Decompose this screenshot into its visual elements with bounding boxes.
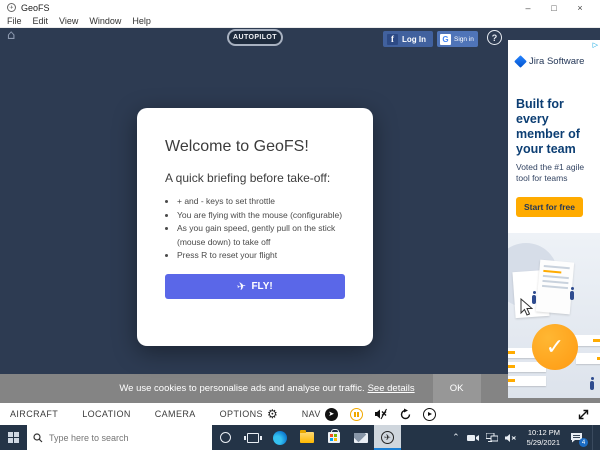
illustration-person bbox=[590, 381, 594, 390]
check-icon: ✓ bbox=[546, 335, 564, 360]
jira-logo-icon bbox=[514, 55, 527, 68]
notification-badge: 4 bbox=[579, 438, 588, 447]
options-menu[interactable]: OPTIONS bbox=[220, 409, 263, 419]
checkmark-ball: ✓ bbox=[532, 324, 578, 370]
minimize-button[interactable]: – bbox=[515, 3, 541, 13]
gear-icon[interactable]: ⚙ bbox=[267, 407, 278, 421]
autopilot-button[interactable]: AUTOPILOT bbox=[227, 29, 283, 46]
clock-time: 10:12 PM bbox=[527, 428, 560, 437]
file-explorer-icon bbox=[300, 432, 314, 443]
ad-subtext: Voted the #1 agile tool for teams bbox=[516, 162, 592, 184]
play-icon[interactable] bbox=[423, 408, 436, 421]
show-desktop-button[interactable] bbox=[592, 425, 596, 450]
geofs-toolbar: AIRCRAFT LOCATION CAMERA OPTIONS ⚙ NAV ➤ bbox=[0, 403, 600, 425]
taskbar-clock[interactable]: 10:12 PM 5/29/2021 bbox=[524, 428, 563, 447]
fly-button[interactable]: ✈ FLY! bbox=[165, 274, 345, 299]
tray-device-icon[interactable] bbox=[467, 434, 479, 442]
windows-taskbar: ✈ ⌃ 10:12 PM 5/29/2021 4 bbox=[0, 425, 600, 450]
geofs-window-icon: ✈ bbox=[7, 3, 16, 12]
windows-logo-icon bbox=[8, 432, 19, 443]
jira-brand-label: Jira Software bbox=[529, 56, 584, 67]
location-menu[interactable]: LOCATION bbox=[82, 409, 131, 419]
geofs-taskbar-button[interactable]: ✈ bbox=[374, 425, 401, 450]
close-button[interactable]: × bbox=[567, 3, 593, 13]
fullscreen-expand-icon[interactable] bbox=[577, 408, 590, 421]
nav-compass-icon[interactable]: ➤ bbox=[325, 408, 338, 421]
window-titlebar: ✈ GeoFS – □ × bbox=[0, 0, 600, 15]
illustration-document bbox=[536, 260, 574, 315]
refresh-icon[interactable] bbox=[399, 408, 412, 421]
facebook-login-button[interactable]: f Log In bbox=[383, 31, 433, 47]
briefing-bullet: As you gain speed, gently pull on the st… bbox=[177, 222, 345, 249]
plane-icon: ✈ bbox=[236, 279, 247, 293]
cookie-details-link[interactable]: See details bbox=[368, 383, 415, 394]
tray-chevron-up-icon[interactable]: ⌃ bbox=[452, 433, 460, 443]
briefing-bullet: + and - keys to set throttle bbox=[177, 195, 345, 209]
dialog-subtitle: A quick briefing before take-off: bbox=[165, 171, 345, 185]
start-for-free-button[interactable]: Start for free bbox=[516, 197, 583, 217]
briefing-list: + and - keys to set throttle You are fly… bbox=[177, 195, 345, 263]
task-view-icon bbox=[247, 433, 259, 443]
mouse-cursor bbox=[520, 298, 533, 317]
mute-icon[interactable] bbox=[374, 408, 388, 420]
illustration-tray bbox=[508, 376, 546, 386]
store-icon bbox=[328, 432, 340, 443]
cookie-ok-button[interactable]: OK bbox=[433, 374, 481, 403]
menubar: File Edit View Window Help bbox=[0, 15, 600, 28]
ad-headline: Built for every member of your team bbox=[516, 97, 592, 157]
menu-window[interactable]: Window bbox=[89, 16, 121, 26]
edge-button[interactable] bbox=[266, 425, 293, 450]
camera-menu[interactable]: CAMERA bbox=[155, 409, 196, 419]
search-icon bbox=[33, 433, 43, 443]
jira-ad-panel[interactable]: ▷ Jira Software Built for every member o… bbox=[508, 40, 600, 398]
menu-view[interactable]: View bbox=[59, 16, 78, 26]
geofs-app-icon: ✈ bbox=[381, 431, 394, 444]
mail-button[interactable] bbox=[347, 425, 374, 450]
pause-icon[interactable] bbox=[350, 408, 363, 421]
jira-brand: Jira Software bbox=[516, 56, 600, 67]
flight-sim-viewport[interactable]: ⌂ AUTOPILOT f Log In G Sign in ? ▷ Jira … bbox=[0, 28, 600, 374]
cortana-icon bbox=[220, 432, 231, 443]
action-center-button[interactable]: 4 bbox=[570, 432, 583, 443]
system-tray: ⌃ 10:12 PM 5/29/2021 4 bbox=[452, 425, 600, 450]
facebook-login-label: Log In bbox=[402, 35, 426, 44]
adchoices-icon[interactable]: ▷ bbox=[593, 41, 598, 49]
task-view-button[interactable] bbox=[239, 425, 266, 450]
store-button[interactable] bbox=[320, 425, 347, 450]
menu-file[interactable]: File bbox=[7, 16, 22, 26]
taskbar-search[interactable] bbox=[27, 425, 212, 450]
google-signin-button[interactable]: G Sign in bbox=[437, 31, 478, 47]
menu-help[interactable]: Help bbox=[132, 16, 151, 26]
window-title: GeoFS bbox=[21, 3, 50, 13]
file-explorer-button[interactable] bbox=[293, 425, 320, 450]
fly-button-label: FLY! bbox=[251, 281, 272, 292]
illustration-card bbox=[576, 353, 600, 364]
cookie-message: We use cookies to personalise ads and an… bbox=[119, 383, 364, 394]
maximize-button[interactable]: □ bbox=[541, 3, 567, 13]
tray-network-icon[interactable] bbox=[486, 433, 498, 442]
aircraft-menu[interactable]: AIRCRAFT bbox=[10, 409, 58, 419]
clock-date: 5/29/2021 bbox=[527, 438, 560, 447]
search-input[interactable] bbox=[49, 433, 189, 443]
illustration-person bbox=[570, 291, 574, 300]
edge-icon bbox=[273, 431, 287, 445]
briefing-bullet: You are flying with the mouse (configura… bbox=[177, 209, 345, 223]
menu-edit[interactable]: Edit bbox=[33, 16, 49, 26]
start-button[interactable] bbox=[0, 425, 27, 450]
briefing-bullet: Press R to reset your flight bbox=[177, 249, 345, 263]
welcome-dialog: Welcome to GeoFS! A quick briefing befor… bbox=[137, 108, 373, 346]
nav-menu[interactable]: NAV bbox=[302, 409, 321, 419]
google-icon: G bbox=[440, 34, 451, 45]
tray-volume-muted-icon[interactable] bbox=[505, 433, 517, 443]
google-signin-label: Sign in bbox=[454, 36, 474, 43]
cortana-button[interactable] bbox=[212, 425, 239, 450]
facebook-icon: f bbox=[387, 34, 398, 45]
dialog-title: Welcome to GeoFS! bbox=[165, 138, 345, 156]
help-button[interactable]: ? bbox=[487, 30, 502, 45]
mail-icon bbox=[354, 433, 368, 443]
home-icon[interactable]: ⌂ bbox=[7, 28, 15, 43]
